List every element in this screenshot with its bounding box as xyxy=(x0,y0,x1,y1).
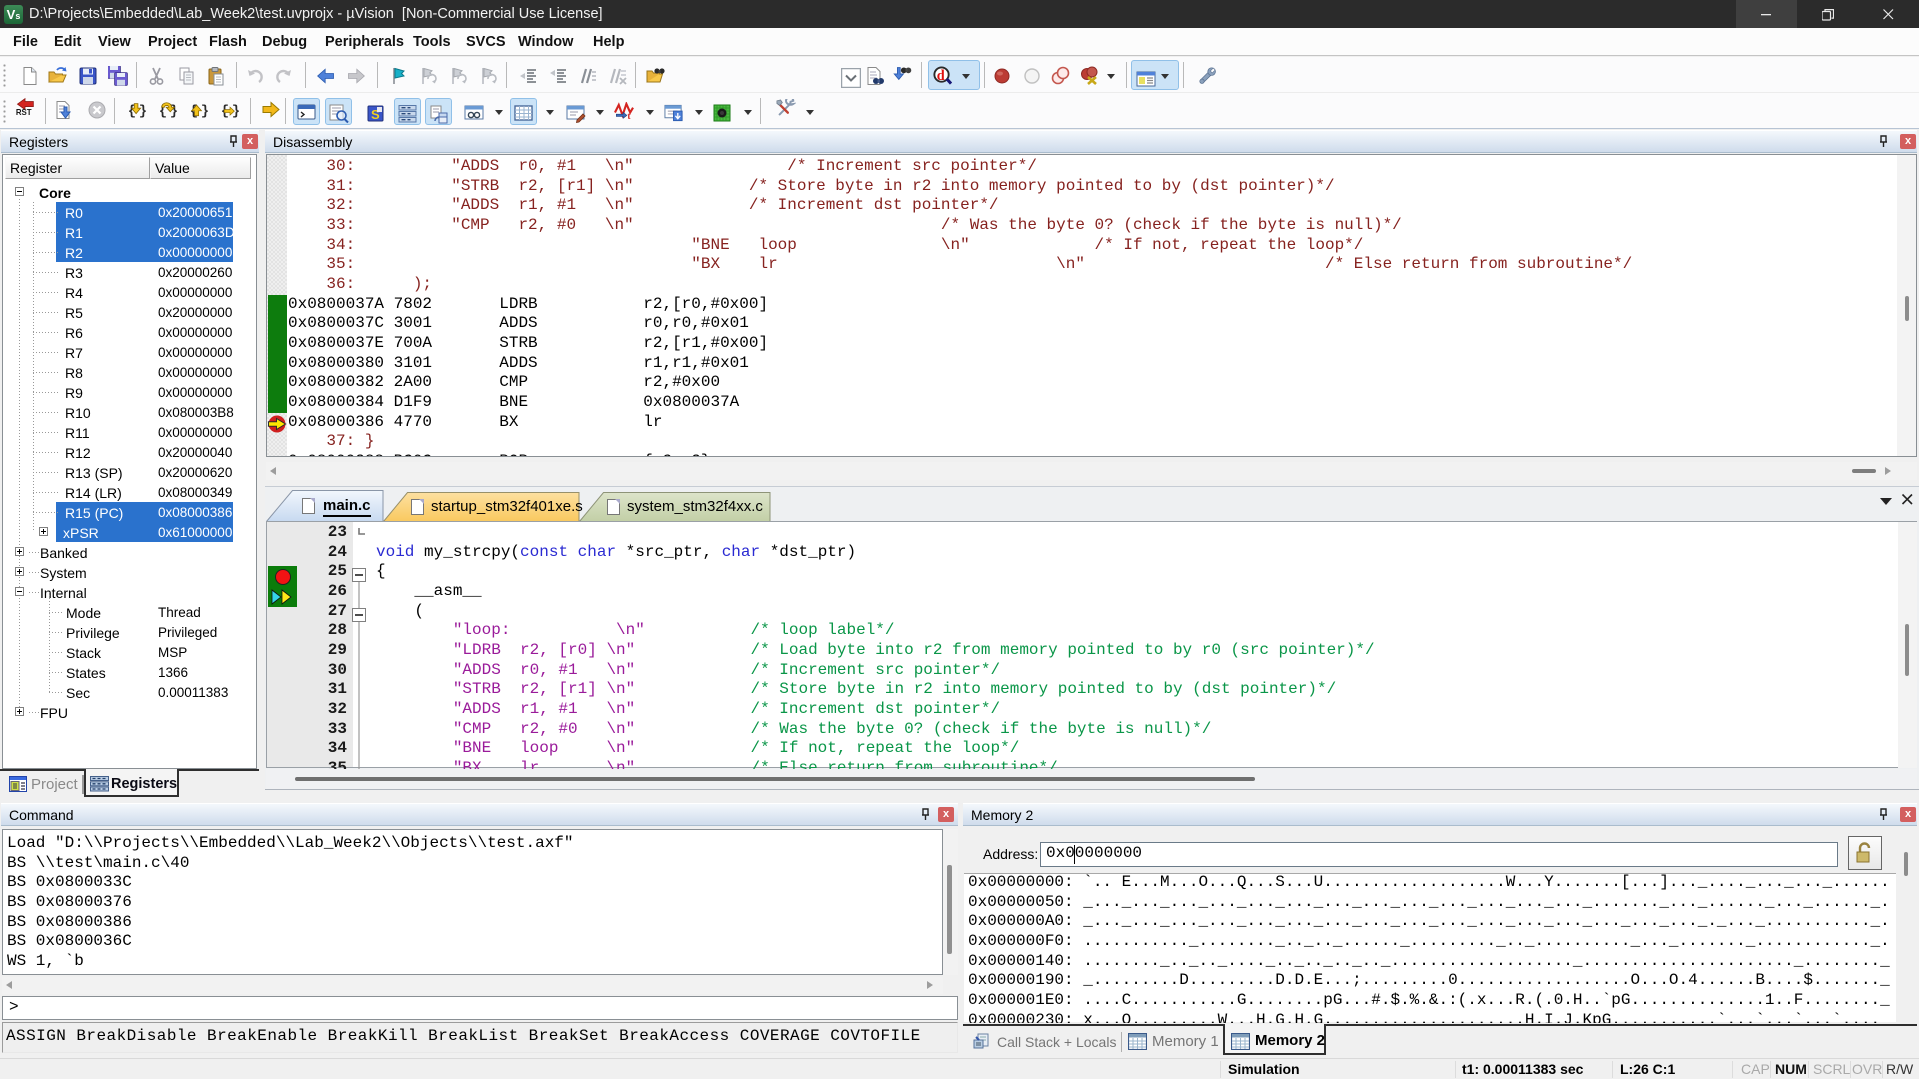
svg-text:}: } xyxy=(201,105,209,120)
svg-text:RST: RST xyxy=(16,108,32,117)
svg-text:d: d xyxy=(937,68,945,84)
svg-text:}: } xyxy=(139,105,147,120)
svg-text:t: t xyxy=(627,112,631,122)
